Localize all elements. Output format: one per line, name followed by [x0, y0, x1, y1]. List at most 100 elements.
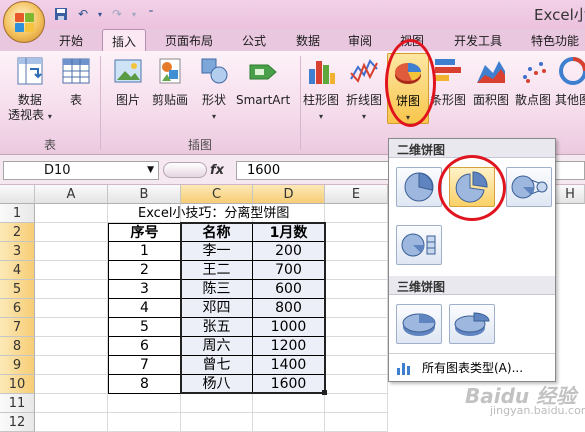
grid-cell[interactable]	[325, 356, 388, 375]
grid-cell[interactable]	[35, 356, 108, 375]
grid-cell[interactable]	[108, 394, 181, 413]
table-cell[interactable]: 4	[108, 299, 181, 318]
grid-cell[interactable]	[35, 375, 108, 394]
table-cell[interactable]: 李一	[181, 242, 253, 261]
grid-cell[interactable]	[325, 204, 388, 223]
table-cell[interactable]: 800	[253, 299, 325, 318]
grid-cell[interactable]	[35, 280, 108, 299]
row-header[interactable]: 10	[0, 375, 35, 394]
tab-home[interactable]: 开始	[59, 32, 83, 49]
grid-cell[interactable]	[35, 261, 108, 280]
table-cell[interactable]: 8	[108, 375, 181, 394]
table-cell[interactable]: 张五	[181, 318, 253, 337]
table-cell[interactable]: 1000	[253, 318, 325, 337]
tab-review[interactable]: 审阅	[348, 32, 372, 49]
save-icon[interactable]	[52, 6, 70, 22]
table-cell[interactable]: 杨八	[181, 375, 253, 394]
grid-cell[interactable]	[181, 394, 253, 413]
table-cell[interactable]: 6	[108, 337, 181, 356]
line-chart-button[interactable]: 折线图 ▾	[346, 55, 382, 123]
table-cell[interactable]: 1	[108, 242, 181, 261]
clipart-button[interactable]: 剪贴画	[152, 55, 188, 108]
grid-cell[interactable]	[35, 394, 108, 413]
office-button[interactable]	[3, 1, 45, 43]
row-header[interactable]: 2	[0, 223, 35, 242]
redo-icon[interactable]: ↷	[108, 6, 126, 22]
grid-cell[interactable]	[325, 394, 388, 413]
grid-cell[interactable]	[325, 280, 388, 299]
row-header[interactable]: 4	[0, 261, 35, 280]
grid-cell[interactable]	[325, 318, 388, 337]
table-cell[interactable]: 陈三	[181, 280, 253, 299]
table-cell[interactable]: 曾七	[181, 356, 253, 375]
pie-3d-button[interactable]	[396, 304, 442, 344]
grid-cell[interactable]	[108, 413, 181, 432]
table-cell[interactable]: 周六	[181, 337, 253, 356]
bar-of-pie-button[interactable]	[396, 225, 442, 265]
row-header[interactable]: 5	[0, 280, 35, 299]
table-cell[interactable]: 7	[108, 356, 181, 375]
grid-cell[interactable]	[325, 375, 388, 394]
chevron-down-icon[interactable]: ▼	[147, 165, 154, 175]
undo-dropdown-icon[interactable]: ▾	[96, 6, 104, 22]
grid-cell[interactable]	[35, 299, 108, 318]
all-chart-types-button[interactable]: 所有图表类型(A)...	[389, 353, 555, 381]
grid-cell[interactable]	[253, 394, 325, 413]
area-chart-button[interactable]: 面积图	[473, 55, 509, 108]
pivot-table-button[interactable]: 数据 透视表 ▾	[8, 55, 52, 123]
row-header[interactable]: 12	[0, 413, 35, 432]
column-header-d[interactable]: D	[253, 185, 325, 204]
grid-cell[interactable]	[325, 337, 388, 356]
column-header-b[interactable]: B	[108, 185, 181, 204]
grid-cell[interactable]	[35, 318, 108, 337]
grid-cell[interactable]	[325, 223, 388, 242]
picture-button[interactable]: 图片	[112, 55, 144, 108]
table-button[interactable]: 表	[60, 55, 92, 108]
table-cell[interactable]: 5	[108, 318, 181, 337]
row-header[interactable]: 6	[0, 299, 35, 318]
pie-of-pie-button[interactable]	[506, 167, 552, 207]
other-charts-button[interactable]: 其他图	[555, 55, 585, 108]
grid-cell[interactable]	[35, 223, 108, 242]
table-header-cell[interactable]: 名称	[181, 223, 253, 242]
table-cell[interactable]: 3	[108, 280, 181, 299]
tab-data[interactable]: 数据	[296, 32, 320, 49]
table-cell[interactable]: 1600	[253, 375, 325, 394]
tab-features[interactable]: 特色功能	[531, 32, 579, 49]
column-header-e[interactable]: E	[325, 185, 388, 204]
column-header-a[interactable]: A	[35, 185, 108, 204]
table-header-cell[interactable]: 1月数	[253, 223, 325, 242]
fill-handle[interactable]	[322, 390, 327, 395]
tab-formulas[interactable]: 公式	[242, 32, 266, 49]
row-header[interactable]: 9	[0, 356, 35, 375]
column-header-c[interactable]: C	[181, 185, 253, 204]
row-header[interactable]: 1	[0, 204, 35, 223]
row-header[interactable]: 7	[0, 318, 35, 337]
smartart-button[interactable]: SmartArt	[236, 55, 290, 108]
grid-cell[interactable]	[35, 413, 108, 432]
column-chart-button[interactable]: 柱形图 ▾	[303, 55, 339, 123]
tab-developer[interactable]: 开发工具	[454, 32, 502, 49]
column-header-h[interactable]: H	[556, 185, 585, 204]
table-cell[interactable]: 王二	[181, 261, 253, 280]
tab-insert[interactable]: 插入	[102, 29, 147, 52]
customize-toolbar-icon[interactable]: ⁼	[142, 6, 160, 22]
table-cell[interactable]: 200	[253, 242, 325, 261]
table-cell[interactable]: 600	[253, 280, 325, 299]
scatter-chart-button[interactable]: 散点图	[515, 55, 551, 108]
grid-cell[interactable]	[35, 204, 108, 223]
name-box[interactable]: D10 ▼	[3, 161, 159, 180]
insert-function-icon[interactable]: fx	[210, 163, 224, 178]
grid-cell[interactable]	[35, 337, 108, 356]
grid-cell[interactable]	[253, 413, 325, 432]
undo-icon[interactable]: ↶	[74, 6, 92, 22]
table-cell[interactable]: 邓四	[181, 299, 253, 318]
grid-cell[interactable]	[181, 413, 253, 432]
select-all-corner[interactable]	[0, 185, 35, 204]
row-header[interactable]: 3	[0, 242, 35, 261]
grid-cell[interactable]	[325, 413, 388, 432]
tab-page-layout[interactable]: 页面布局	[165, 32, 213, 49]
row-header[interactable]: 8	[0, 337, 35, 356]
grid-cell[interactable]	[325, 242, 388, 261]
table-cell[interactable]: 2	[108, 261, 181, 280]
